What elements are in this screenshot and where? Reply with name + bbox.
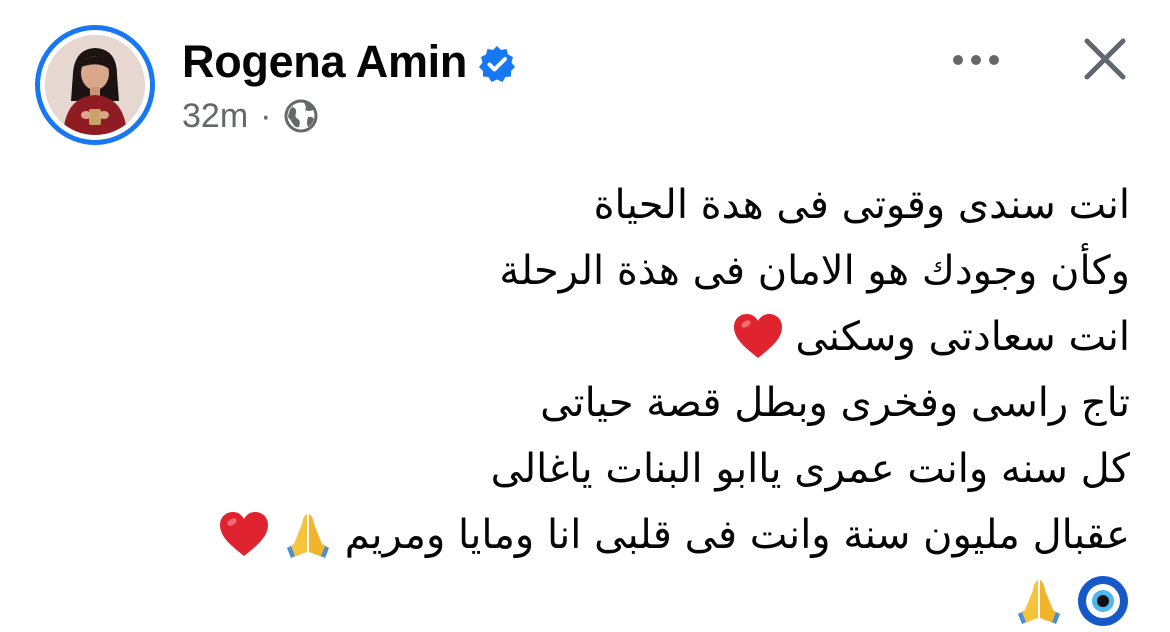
globe-icon[interactable] (283, 98, 319, 134)
post-line-text: انت سعادتى وسكنى (795, 314, 1130, 360)
avatar-image (45, 35, 145, 135)
nazar-amulet-emoji-icon (1076, 574, 1130, 628)
post-line: انت سعادتى وسكنى (50, 304, 1130, 370)
post-line: انت سندى وقوتى فى هدة الحياة (50, 172, 1130, 238)
more-options-button[interactable] (936, 30, 1016, 90)
close-icon (1084, 38, 1126, 80)
more-dots-icon (953, 55, 999, 65)
close-button[interactable] (1072, 26, 1138, 92)
post-line: عقبال مليون سنة وانت فى قلبى انا ومايا و… (50, 502, 1130, 568)
avatar[interactable] (45, 35, 145, 135)
author-row: Rogena Amin (182, 34, 517, 90)
post-meta: 32m · (182, 92, 517, 140)
author-name[interactable]: Rogena Amin (182, 36, 467, 88)
folded-hands-emoji-icon (1012, 574, 1066, 628)
post-line-text: تاج راسى وفخرى وبطل قصة حياتى (540, 380, 1130, 426)
post-line-text: كل سنه وانت عمرى ياابو البنات ياغالى (490, 446, 1130, 492)
red-heart-emoji-icon (731, 310, 785, 364)
post-line-text: عقبال مليون سنة وانت فى قلبى انا ومايا و… (344, 512, 1130, 558)
post-text: انت سندى وقوتى فى هدة الحياة وكأن وجودك … (50, 172, 1130, 632)
post-line: كل سنه وانت عمرى ياابو البنات ياغالى (50, 436, 1130, 502)
post-header: Rogena Amin 32m · (182, 34, 517, 140)
post-line: تاج راسى وفخرى وبطل قصة حياتى (50, 370, 1130, 436)
avatar-story-ring[interactable] (35, 25, 155, 145)
post-line (50, 568, 1130, 632)
meta-separator: · (260, 96, 272, 135)
post-line: وكأن وجودك هو الامان فى هذة الرحلة (50, 238, 1130, 304)
post-timestamp[interactable]: 32m (182, 97, 248, 136)
post-line-text: وكأن وجودك هو الامان فى هذة الرحلة (499, 248, 1130, 294)
post-line-text: انت سندى وقوتى فى هدة الحياة (593, 182, 1130, 228)
red-heart-emoji-icon (217, 508, 271, 562)
verified-badge-icon (477, 44, 517, 84)
facebook-post: Rogena Amin 32m · انت سندى وقوتى فى هدة … (0, 0, 1170, 632)
folded-hands-emoji-icon (281, 508, 335, 562)
